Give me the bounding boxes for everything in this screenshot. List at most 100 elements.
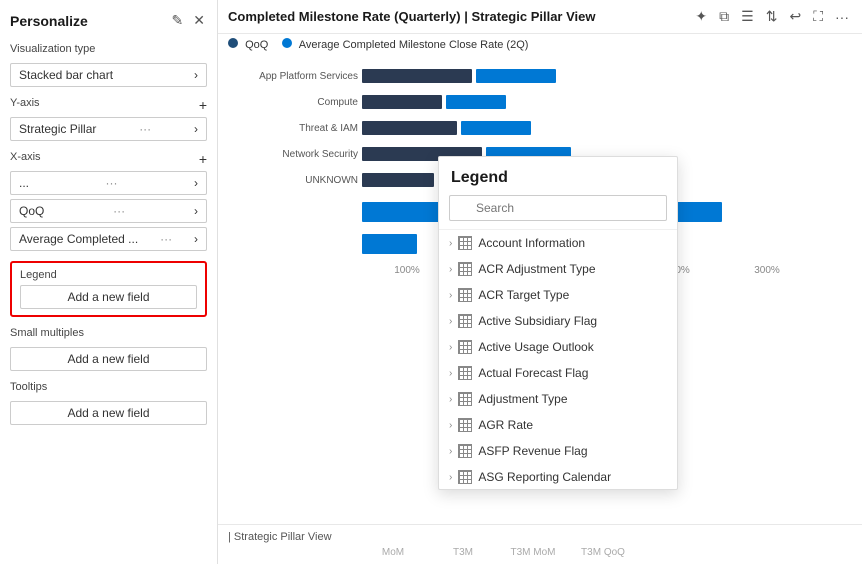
legend-avg: Average Completed Milestone Close Rate (… [282,38,528,51]
visualization-type-section: Visualization type Stacked bar chart › [10,43,207,87]
tick-300: 300% [722,265,812,276]
x-axis-row2-value: QoQ [19,204,44,218]
x-axis-row3-chevron: › [194,232,198,246]
table-active-sub-icon [458,314,472,328]
legend-list-item-active-usage[interactable]: › Active Usage Outlook [439,334,677,360]
x-axis-row1-value: ... [19,176,29,190]
legend-list-item-adjustment[interactable]: › Adjustment Type [439,386,677,412]
legend-add-field-button[interactable]: Add a new field [20,285,197,309]
legend-section: Legend Add a new field [10,261,207,317]
bar-label-app: App Platform Services [228,71,358,82]
small-multiples-add-button[interactable]: Add a new field [10,347,207,371]
search-wrap: 🔍 [449,195,667,221]
legend-search-input[interactable] [449,195,667,221]
chevron-active-sub-icon: › [449,316,452,327]
bar-dark-unknown [362,173,434,187]
bar-row-threat: Threat & IAM [228,119,852,137]
legend-item-label-actual-forecast: Actual Forecast Flag [478,366,588,380]
table-acr-adj-icon [458,262,472,276]
avg-label: Average Completed Milestone Close Rate (… [299,39,529,51]
panel-title: Personalize [10,13,88,29]
legend-item-label-acr-tgt: ACR Target Type [478,288,569,302]
y-axis-value: Strategic Pillar [19,122,96,136]
qoq-label: QoQ [245,39,268,51]
y-axis-add-icon[interactable]: + [199,97,207,113]
wand-icon[interactable]: ✦ [692,6,710,27]
bottom-section: | Strategic Pillar View MoM T3M T3M MoM … [218,524,862,564]
legend-list-item-asg-cal[interactable]: › ASG Reporting Calendar [439,464,677,489]
tooltips-add-button[interactable]: Add a new field [10,401,207,425]
x-axis-row3-ellipsis: ··· [160,232,172,246]
chart-title: Completed Milestone Rate (Quarterly) | S… [228,9,596,24]
table-acr-tgt-icon [458,288,472,302]
chevron-acr-tgt-icon: › [449,290,452,301]
x-axis-row1-dropdown[interactable]: ... ··· › [10,171,207,195]
legend-item-label-active-sub: Active Subsidiary Flag [478,314,597,328]
chart-legend-row: QoQ Average Completed Milestone Close Ra… [218,34,862,55]
bar-label-network: Network Security [228,149,358,160]
bar-label-unknown: UNKNOWN [228,175,358,186]
personalize-panel: Personalize ✎ ✕ Visualization type Stack… [0,0,218,564]
bar-blue-threat [461,121,531,135]
bar-blue-app [476,69,556,83]
legend-list-item-agr-rate[interactable]: › AGR Rate [439,412,677,438]
mini-axis-row: MoM T3M T3M MoM T3M QoQ [228,547,852,558]
bar-row-compute: Compute [228,93,852,111]
legend-list-item-active-sub[interactable]: › Active Subsidiary Flag [439,308,677,334]
bar-row-app: App Platform Services [228,67,852,85]
visualization-type-label: Visualization type [10,43,207,55]
x-axis-row3-value: Average Completed ... [19,232,138,246]
chevron-acr-adj-icon: › [449,264,452,275]
chevron-adjustment-icon: › [449,394,452,405]
y-axis-dropdown[interactable]: Strategic Pillar ··· › [10,117,207,141]
table-agr-rate-icon [458,418,472,432]
table-asfp-icon [458,444,472,458]
more-icon[interactable]: ··· [832,7,852,27]
legend-qoq: QoQ [228,38,268,51]
x-axis-row3-dropdown[interactable]: Average Completed ... ··· › [10,227,207,251]
chevron-asfp-icon: › [449,446,452,457]
legend-item-label-account: Account Information [478,236,585,250]
x-axis-row2-dropdown[interactable]: QoQ ··· › [10,199,207,223]
mini-tick-t3m-mom: T3M MoM [498,547,568,558]
legend-item-label-asfp: ASFP Revenue Flag [478,444,587,458]
legend-item-label-acr-adj: ACR Adjustment Type [478,262,595,276]
mini-chart-title: | Strategic Pillar View [228,531,852,543]
legend-list-item-account[interactable]: › Account Information [439,230,677,256]
small-bar [362,234,417,254]
small-multiples-label: Small multiples [10,327,207,339]
table-adjustment-icon [458,392,472,406]
legend-list-item-asfp[interactable]: › ASFP Revenue Flag [439,438,677,464]
legend-list-item-acr-adj[interactable]: › ACR Adjustment Type [439,256,677,282]
x-axis-section: X-axis + ... ··· › QoQ ··· › Average Com… [10,151,207,251]
chevron-actual-forecast-icon: › [449,368,452,379]
expand-icon[interactable]: ⛶ [810,6,826,27]
tooltips-label: Tooltips [10,381,207,393]
chevron-active-usage-icon: › [449,342,452,353]
y-axis-label: Y-axis [10,97,40,109]
x-axis-row1-ellipsis: ··· [106,176,118,190]
visualization-type-dropdown[interactable]: Stacked bar chart › [10,63,207,87]
legend-list-item-actual-forecast[interactable]: › Actual Forecast Flag [439,360,677,386]
legend-list-item-acr-tgt[interactable]: › ACR Target Type [439,282,677,308]
mini-tick-mom: MoM [358,547,428,558]
legend-dropdown-title: Legend [439,157,677,195]
chevron-agr-rate-icon: › [449,420,452,431]
x-axis-add-icon[interactable]: + [199,151,207,167]
y-axis-chevron-icon: › [194,122,198,136]
x-axis-row2-ellipsis: ··· [113,204,125,218]
bar-dark-threat [362,121,457,135]
pencil-icon-btn[interactable]: ✎ [170,12,186,29]
sort-icon[interactable]: ⇅ [763,6,781,27]
header-icons: ✎ ✕ [170,12,207,29]
close-icon-btn[interactable]: ✕ [191,12,207,29]
table-active-usage-icon [458,340,472,354]
filter-icon[interactable]: ☰ [738,6,757,27]
copy-icon[interactable]: ⧉ [716,6,732,27]
bar-label-threat: Threat & IAM [228,123,358,134]
legend-list: › Account Information › ACR Adjustment T… [439,229,677,489]
legend-dropdown: Legend 🔍 › Account Information › ACR Adj… [438,156,678,490]
y-axis-section: Y-axis + Strategic Pillar ··· › [10,97,207,141]
undo-icon[interactable]: ↩ [786,6,804,27]
chevron-account-icon: › [449,238,452,249]
